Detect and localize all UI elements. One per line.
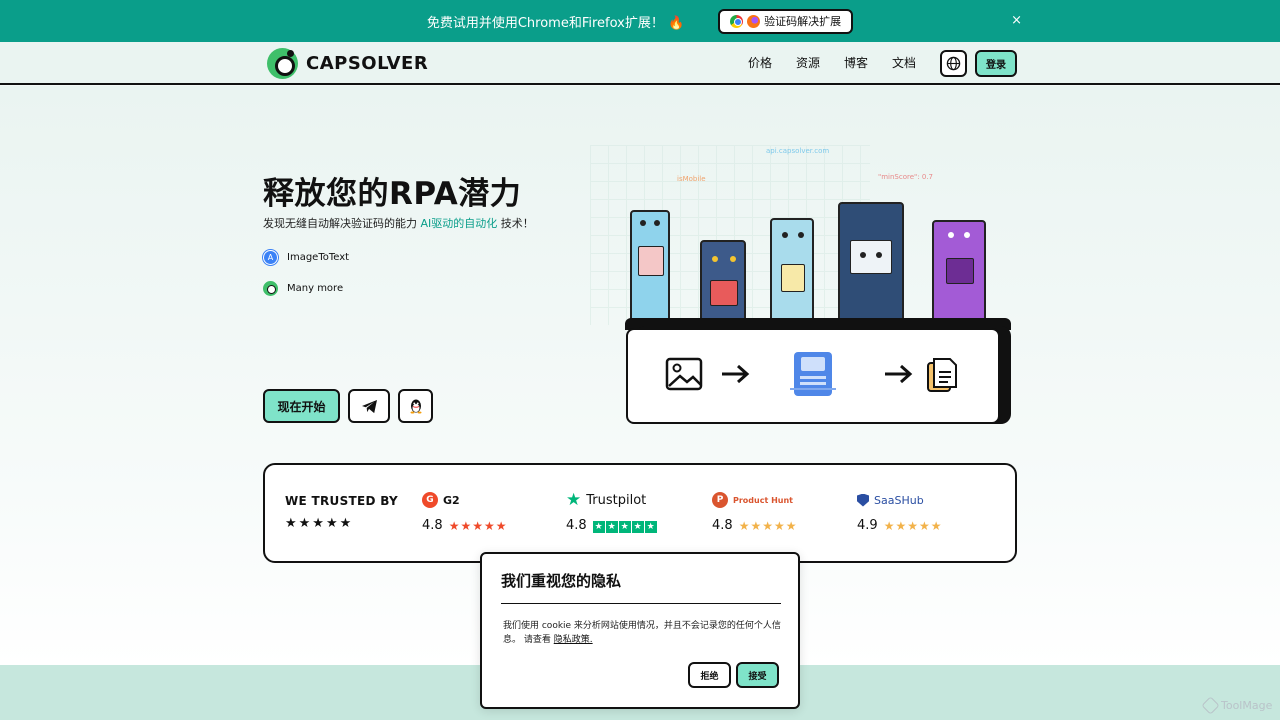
nav-item-pricing[interactable]: 价格 (748, 54, 772, 71)
robot-illustration (700, 240, 746, 324)
qq-penguin-icon (410, 399, 421, 414)
code-label-api: api.capsolver.com (766, 147, 830, 155)
trust-title: WE TRUSTED BY (285, 494, 399, 508)
globe-icon (946, 56, 961, 71)
review-stars: ★★★★★ (448, 518, 508, 533)
feature-item-imagetotext: A ImageToText (263, 250, 349, 265)
cookie-title: 我们重视您的隐私 (501, 572, 622, 590)
telegram-button[interactable] (348, 389, 390, 423)
chrome-icon (730, 14, 744, 28)
review-score: 4.8 (712, 518, 733, 533)
review-score: 4.8 (566, 518, 587, 533)
promo-banner: 免费试用并使用Chrome和Firefox扩展！ 🔥 验证码解决扩展 × (0, 0, 1280, 42)
watermark-text: ToolMage (1221, 699, 1273, 712)
login-button[interactable]: 登录 (975, 50, 1017, 77)
g2-icon: G (422, 492, 438, 508)
cookie-accept-button[interactable]: 接受 (736, 662, 779, 688)
document-scan-icon (790, 352, 836, 396)
capsolver-small-icon (263, 281, 278, 296)
code-label-mobile: isMobile (677, 175, 706, 183)
review-name: SaaSHub (874, 493, 924, 507)
trustpilot-star-icon: ★ (566, 490, 582, 510)
cookie-body-text: 我们使用 cookie 来分析网站使用情况，并且不会记录您的任何个人信息。 请查… (503, 621, 781, 645)
banner-message: 免费试用并使用Chrome和Firefox扩展！ 🔥 (426, 15, 685, 31)
extension-button-label: 验证码解决扩展 (764, 15, 842, 28)
arrow-right-icon (885, 364, 913, 384)
feature-label: ImageToText (287, 252, 350, 263)
extension-button[interactable]: 验证码解决扩展 (718, 8, 854, 34)
trust-section: WE TRUSTED BY ★★★★★ G G2 4.8 ★★★★★ ★ Trustp… (263, 463, 1017, 563)
hero-title: 释放您的RPA潜力 (263, 176, 522, 212)
review-name: Trustpilot (586, 492, 647, 508)
robot-illustration (838, 202, 904, 324)
review-name: G2 (443, 493, 460, 507)
cookie-divider (501, 603, 781, 604)
hero-subtitle-text: 发现无缝自动解决验证码的能力 (263, 217, 421, 230)
start-now-button[interactable]: 现在开始 (263, 389, 340, 423)
nav-item-resources[interactable]: 资源 (796, 54, 820, 71)
telegram-icon (361, 399, 377, 413)
nav-item-docs[interactable]: 文档 (892, 54, 916, 71)
hero-subtitle: 发现无缝自动解决验证码的能力 AI驱动的自动化 技术！ (263, 215, 534, 231)
hero-subtitle-end: 技术！ (497, 217, 534, 230)
arrow-right-icon (722, 364, 750, 384)
product-hunt-icon: P (712, 492, 728, 508)
review-stars: ★★★★★ (592, 521, 657, 533)
trust-stars: ★★★★★ (285, 516, 354, 531)
saashub-shield-icon (857, 493, 869, 507)
review-product-hunt[interactable]: P Product Hunt 4.8 ★★★★★ (712, 490, 797, 533)
cookie-consent-dialog: 我们重视您的隐私 我们使用 cookie 来分析网站使用情况，并且不会记录您的任… (480, 552, 800, 709)
image-to-text-icon: A (263, 250, 278, 265)
text-document-icon (927, 358, 957, 392)
capsolver-logo-icon (267, 48, 298, 79)
code-label-score: "minScore": 0.7 (878, 173, 933, 181)
logo[interactable]: CAPSOLVER (267, 48, 428, 79)
main-nav: 价格 资源 博客 文档 (736, 42, 928, 83)
robot-illustration (630, 210, 670, 322)
review-score: 4.8 (422, 518, 443, 533)
site-header: CAPSOLVER 价格 资源 博客 文档 登录 (0, 42, 1280, 85)
privacy-policy-link[interactable]: 隐私政策. (554, 635, 593, 645)
review-g2[interactable]: G G2 4.8 ★★★★★ (422, 490, 507, 533)
review-trustpilot[interactable]: ★ Trustpilot 4.8 ★ ★ ★ ★ ★ (566, 490, 658, 533)
nav-item-blog[interactable]: 博客 (844, 54, 868, 71)
feature-item-many-more: Many more (263, 281, 343, 296)
language-button[interactable] (940, 50, 967, 77)
review-score: 4.9 (857, 518, 878, 533)
watermark: ToolMage (1201, 696, 1273, 715)
robot-illustration (932, 220, 986, 324)
qq-button[interactable] (398, 389, 433, 423)
feature-label: Many more (287, 283, 344, 294)
image-icon (665, 357, 703, 391)
logo-text: CAPSOLVER (306, 53, 429, 74)
robot-illustration (770, 218, 814, 322)
review-name: Product Hunt (733, 495, 793, 505)
hero-subtitle-highlight: AI驱动的自动化 (420, 217, 498, 230)
cookie-text: 我们使用 cookie 来分析网站使用情况，并且不会记录您的任何个人信息。 请查… (503, 619, 783, 647)
firefox-icon (747, 14, 761, 28)
banner-close-icon[interactable]: × (1011, 13, 1022, 28)
review-stars: ★★★★★ (738, 518, 798, 533)
review-stars: ★★★★★ (883, 518, 943, 533)
cookie-reject-button[interactable]: 拒绝 (688, 662, 731, 688)
review-saashub[interactable]: SaaSHub 4.9 ★★★★★ (857, 490, 942, 533)
toolmage-logo-icon (1201, 696, 1220, 715)
